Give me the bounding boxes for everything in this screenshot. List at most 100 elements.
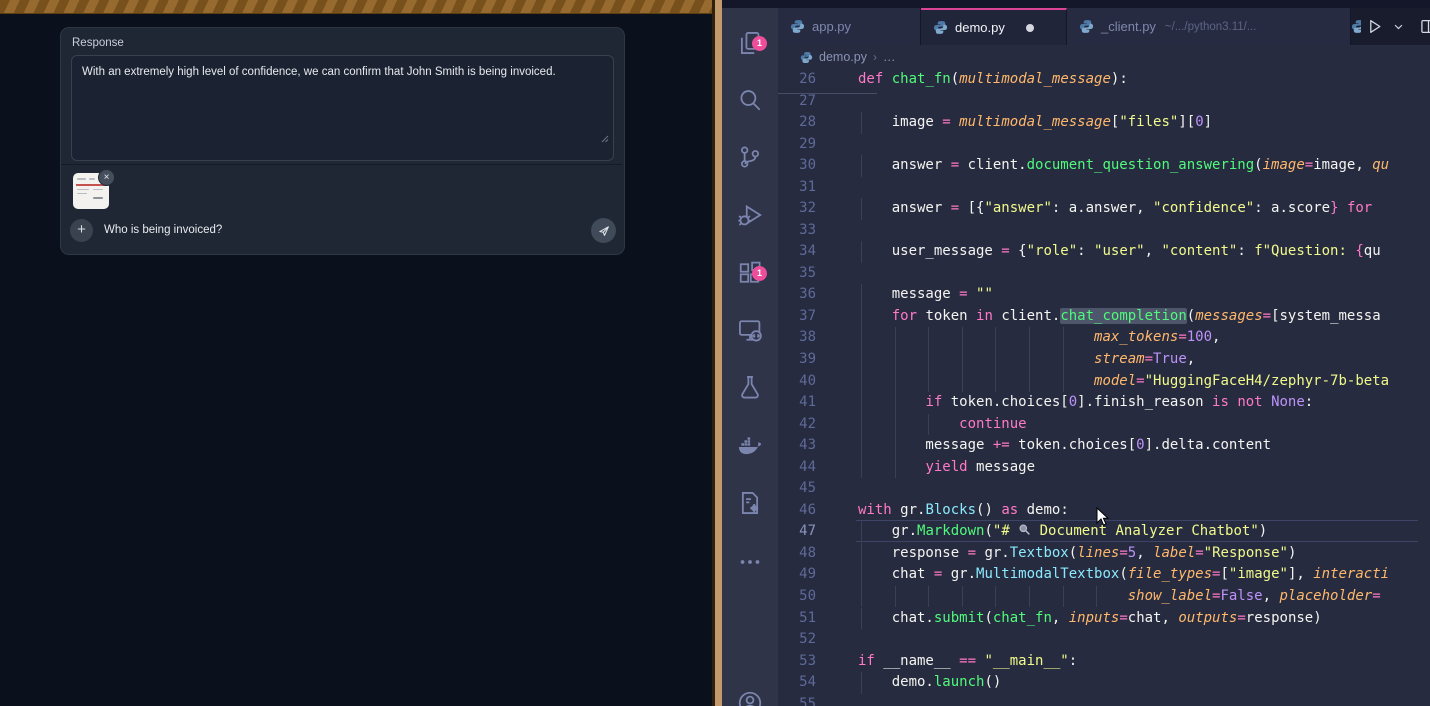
line-number[interactable]: 48 [778,543,827,565]
line-number[interactable]: 40 [778,371,827,393]
account-icon[interactable] [737,690,763,706]
code-line[interactable]: show_label=False, placeholder= [858,586,1381,608]
remove-attachment-button[interactable]: × [98,169,115,186]
testing-flask-icon[interactable] [737,374,763,400]
line-number[interactable]: 36 [778,284,827,306]
line-number[interactable]: 55 [778,694,827,706]
line-number[interactable]: 44 [778,457,827,479]
line-number[interactable]: 26 [778,69,827,91]
sticky-scroll-border [778,93,877,94]
line-number[interactable]: 28 [778,112,827,134]
line-number[interactable]: 41 [778,392,827,414]
code-area[interactable]: def chat_fn(multimodal_message): image =… [858,69,1390,706]
line-number[interactable]: 35 [778,263,827,285]
search-icon[interactable] [737,87,763,113]
code-line[interactable]: demo.launch() [858,672,1001,694]
split-editor-button[interactable] [1420,18,1430,35]
send-button[interactable] [591,218,616,243]
code-line[interactable]: def chat_fn(multimodal_message): [858,69,1128,91]
code-line[interactable]: chat = gr.MultimodalTextbox(file_types=[… [858,564,1390,586]
line-number[interactable]: 54 [778,672,827,694]
indent-guide [962,349,963,371]
chat-input[interactable]: Who is being invoiced? [104,224,222,236]
indent-guide [995,371,996,393]
code-line[interactable]: if __name__ == "__main__": [858,651,1077,673]
run-python-file-button[interactable] [1366,18,1383,35]
indent-guide [1029,327,1030,349]
tab-demo-py[interactable]: demo.py [921,8,1067,45]
line-number[interactable]: 51 [778,608,827,630]
line-number[interactable]: 34 [778,241,827,263]
response-textarea[interactable]: With an extremely high level of confiden… [71,55,614,161]
indent-guide [861,586,862,608]
more-items-icon[interactable] [737,549,763,575]
remote-explorer-icon[interactable] [737,317,763,343]
indent-guide [861,392,862,414]
code-line[interactable]: model="HuggingFaceH4/zephyr-7b-beta" [858,371,1390,393]
indent-guide [928,327,929,349]
indent-guide [1029,371,1030,393]
line-number[interactable]: 38 [778,327,827,349]
modified-dot-icon[interactable] [1026,24,1034,32]
browser-pane: Response With an extremely high level of… [0,0,712,706]
line-number[interactable]: 45 [778,478,827,500]
indent-guide [895,414,896,436]
code-editor[interactable]: 2627282930313233343536373839404142434445… [778,69,1430,706]
indent-guide [861,521,862,543]
indent-guide [861,349,862,371]
tools-file-icon[interactable] [737,490,763,516]
code-line[interactable]: answer = [{"answer": a.answer, "confiden… [858,198,1372,220]
line-number[interactable]: 42 [778,414,827,436]
code-line[interactable]: max_tokens=100, [858,327,1220,349]
line-number[interactable]: 33 [778,220,827,242]
line-number[interactable]: 37 [778,306,827,328]
line-number[interactable]: 47 [778,521,827,543]
docker-icon[interactable] [737,432,763,458]
resize-handle-icon[interactable] [599,133,609,143]
code-line[interactable]: with gr.Blocks() as demo: [858,500,1069,522]
vscode-top-strip [722,0,1430,8]
code-line[interactable]: response = gr.Textbox(lines=5, label="Re… [858,543,1296,565]
line-number[interactable]: 30 [778,155,827,177]
line-number[interactable]: 29 [778,134,827,156]
code-line[interactable]: stream=True, [858,349,1195,371]
run-debug-icon[interactable] [737,202,763,228]
tab-app-py[interactable]: app.py [778,8,921,45]
code-line[interactable]: continue [858,414,1027,436]
line-number[interactable]: 39 [778,349,827,371]
line-number[interactable]: 52 [778,629,827,651]
python-icon [933,20,948,35]
tab-client-py[interactable]: _client.py ~/.../python3.11/... [1067,8,1351,45]
line-number[interactable]: 31 [778,177,827,199]
indent-guide [861,306,862,328]
window-border [712,0,722,706]
code-line[interactable]: message = "" [858,284,993,306]
breadcrumb-tail: … [883,50,896,64]
code-line[interactable]: gr.Markdown("# Document Analyzer Chatbot… [858,521,1267,543]
code-line[interactable]: yield message [858,457,1035,479]
tab-description: ~/.../python3.11/... [1165,21,1257,33]
indent-guide [1063,586,1064,608]
python-icon [1079,19,1094,34]
code-line[interactable]: image = multimodal_message["files"][0] [858,112,1212,134]
source-control-icon[interactable] [737,144,763,170]
line-number[interactable]: 50 [778,586,827,608]
line-number[interactable]: 43 [778,435,827,457]
line-number[interactable]: 27 [778,91,827,113]
line-number[interactable]: 53 [778,651,827,673]
response-label: Response [72,37,124,49]
code-line[interactable]: chat.submit(chat_fn, inputs=chat, output… [858,608,1322,630]
line-number[interactable]: 32 [778,198,827,220]
indent-guide [861,543,862,565]
code-line[interactable]: answer = client.document_question_answer… [858,155,1389,177]
code-line[interactable]: if token.choices[0].finish_reason is not… [858,392,1313,414]
breadcrumb[interactable]: demo.py › … [778,45,1430,69]
code-line[interactable]: for token in client.chat_completion(mess… [858,306,1381,328]
line-number[interactable]: 46 [778,500,827,522]
add-file-button[interactable]: + [70,219,93,242]
browser-titlebar [0,0,712,14]
line-number[interactable]: 49 [778,564,827,586]
run-dropdown-chevron-icon[interactable] [1393,21,1404,32]
code-line[interactable]: message += token.choices[0].delta.conten… [858,435,1271,457]
code-line[interactable]: user_message = {"role": "user", "content… [858,241,1381,263]
